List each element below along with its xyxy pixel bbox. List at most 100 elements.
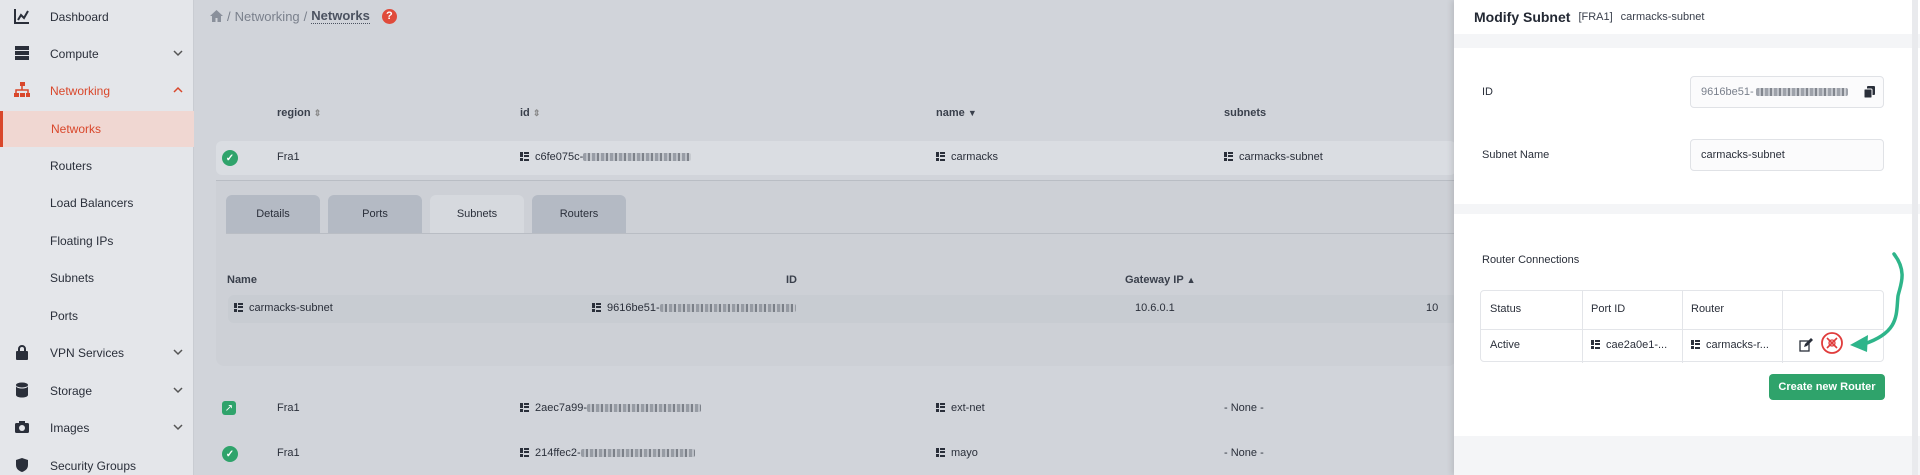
camera-icon <box>15 421 29 433</box>
check-icon: ✓ <box>222 150 238 166</box>
edit-icon[interactable] <box>1799 338 1813 352</box>
sidebar-item-images[interactable]: Images <box>0 411 194 445</box>
sidebar-item-security-groups[interactable]: Security Groups <box>0 449 194 475</box>
sidebar-item-label: Compute <box>50 47 99 61</box>
disconnect-icon[interactable] <box>1820 331 1844 355</box>
sidebar-item-label: Images <box>50 421 90 435</box>
subnets-cell: carmacks-subnet <box>1224 151 1323 163</box>
table-row[interactable]: ↗ Fra1 2aec7a99- ext-net - None - <box>216 392 1456 426</box>
grid-icon <box>1224 152 1233 161</box>
region-cell: Fra1 <box>277 447 300 459</box>
redacted-id <box>1755 88 1848 96</box>
id-cell: 2aec7a99- <box>520 402 701 414</box>
column-header-id[interactable]: id ⇕ <box>520 107 540 119</box>
database-icon <box>16 382 28 398</box>
column-divider <box>1582 291 1583 363</box>
create-new-router-button[interactable]: Create new Router <box>1769 374 1885 400</box>
name-cell: ext-net <box>936 402 985 414</box>
external-link-icon: ↗ <box>222 401 236 415</box>
subnet-info-card: ID 9616be51- Subnet Name carmacks-subnet <box>1454 48 1920 204</box>
tabs-divider <box>226 233 1456 234</box>
rc-router-cell[interactable]: carmacks-r... <box>1691 339 1769 351</box>
chart-icon <box>14 9 29 24</box>
table-row[interactable]: ✓ Fra1 c6fe075c- carmacks carmacks-subne… <box>216 141 1456 175</box>
rc-header-router: Router <box>1691 303 1725 315</box>
tab-ports[interactable]: Ports <box>328 195 422 233</box>
chevron-down-icon <box>173 424 183 431</box>
rc-status-cell: Active <box>1490 339 1520 351</box>
grid-icon <box>520 152 529 161</box>
chevron-down-icon <box>173 387 183 394</box>
column-header-region[interactable]: region ⇕ <box>277 107 321 119</box>
id-cell: 214ffec2- <box>520 447 695 459</box>
redacted-id <box>580 449 695 458</box>
column-header-name[interactable]: name ▼ <box>936 107 977 119</box>
redacted-id <box>583 153 692 162</box>
sidebar-item-networks[interactable]: Networks <box>0 111 194 147</box>
subnet-name-cell: carmacks-subnet <box>234 302 333 314</box>
subnet-id-cell: 9616be51- <box>592 302 796 314</box>
subnet-row[interactable]: carmacks-subnet 9616be51- 10.6.0.1 10 <box>228 295 1458 323</box>
subnet-header-name[interactable]: Name <box>227 274 257 286</box>
grid-icon <box>592 303 601 312</box>
home-icon[interactable] <box>210 10 223 22</box>
id-field[interactable]: 9616be51- <box>1690 76 1884 108</box>
server-icon <box>15 46 29 60</box>
table-row[interactable]: ✓ Fra1 214ffec2- mayo - None - <box>216 437 1456 471</box>
main-content: / Networking / Networks ? region ⇕ id ⇕ … <box>194 0 1458 475</box>
scrollbar[interactable] <box>1912 0 1918 475</box>
subnets-cell: - None - <box>1224 402 1264 414</box>
sidebar-item-dashboard[interactable]: Dashboard <box>0 0 194 34</box>
router-connections-label: Router Connections <box>1482 254 1580 266</box>
breadcrumb-separator: / <box>303 8 308 24</box>
tab-details[interactable]: Details <box>226 195 320 233</box>
subnet-header-id[interactable]: ID <box>786 274 797 286</box>
sidebar-item-subnets[interactable]: Subnets <box>0 261 194 295</box>
grid-icon <box>520 448 529 457</box>
router-connections-table: Status Port ID Router Active cae2a0e1-..… <box>1480 290 1884 363</box>
sidebar-item-label: Floating IPs <box>50 234 114 248</box>
subnet-extra-cell: 10 <box>1426 302 1439 314</box>
sidebar-item-storage[interactable]: Storage <box>0 374 194 408</box>
subnet-name-input[interactable]: carmacks-subnet <box>1690 139 1884 171</box>
sidebar-item-routers[interactable]: Routers <box>0 149 194 183</box>
region-cell: Fra1 <box>277 151 300 163</box>
sidebar-item-label: Dashboard <box>50 10 109 24</box>
grid-icon <box>1691 340 1700 349</box>
sidebar-item-floating-ips[interactable]: Floating IPs <box>0 224 194 258</box>
name-cell: mayo <box>936 447 978 459</box>
redacted-id <box>587 404 701 413</box>
shield-icon <box>16 458 28 472</box>
grid-icon <box>520 403 529 412</box>
subnet-name-label: Subnet Name <box>1482 149 1550 161</box>
sidebar-item-label: Load Balancers <box>50 196 134 210</box>
subnets-cell: - None - <box>1224 447 1264 459</box>
sidebar-item-vpn-services[interactable]: VPN Services <box>0 336 194 370</box>
rc-port-cell[interactable]: cae2a0e1-... <box>1591 339 1667 351</box>
sidebar-item-load-balancers[interactable]: Load Balancers <box>0 186 194 220</box>
chevron-up-icon <box>173 86 183 93</box>
sidebar-item-compute[interactable]: Compute <box>0 37 194 71</box>
column-divider <box>1782 291 1783 363</box>
subnet-badge: carmacks-subnet <box>1620 11 1705 23</box>
sidebar-item-label: Subnets <box>50 271 95 285</box>
breadcrumb: / Networking / Networks ? <box>210 8 397 24</box>
sidebar-item-label: VPN Services <box>50 346 125 360</box>
grid-icon <box>936 152 945 161</box>
tab-routers[interactable]: Routers <box>532 195 626 233</box>
redacted-id <box>659 304 796 313</box>
help-icon[interactable]: ? <box>381 8 397 24</box>
sidebar-item-ports[interactable]: Ports <box>0 299 194 333</box>
network-detail-panel: Details Ports Subnets Routers Name ID Ga… <box>216 180 1458 366</box>
subnet-header-gateway[interactable]: Gateway IP ▲ <box>1125 274 1195 286</box>
detail-tabs: Details Ports Subnets Routers <box>226 195 626 233</box>
breadcrumb-networking[interactable]: Networking <box>235 9 300 24</box>
copy-icon[interactable] <box>1863 85 1877 99</box>
breadcrumb-separator: / <box>227 8 231 24</box>
id-label: ID <box>1482 86 1493 98</box>
column-header-subnets[interactable]: subnets <box>1224 107 1266 119</box>
annotation-arrow-icon <box>1850 252 1904 352</box>
sidebar-item-label: Networking <box>50 84 111 98</box>
tab-subnets[interactable]: Subnets <box>430 195 524 233</box>
sidebar-item-networking[interactable]: Networking <box>0 74 194 108</box>
